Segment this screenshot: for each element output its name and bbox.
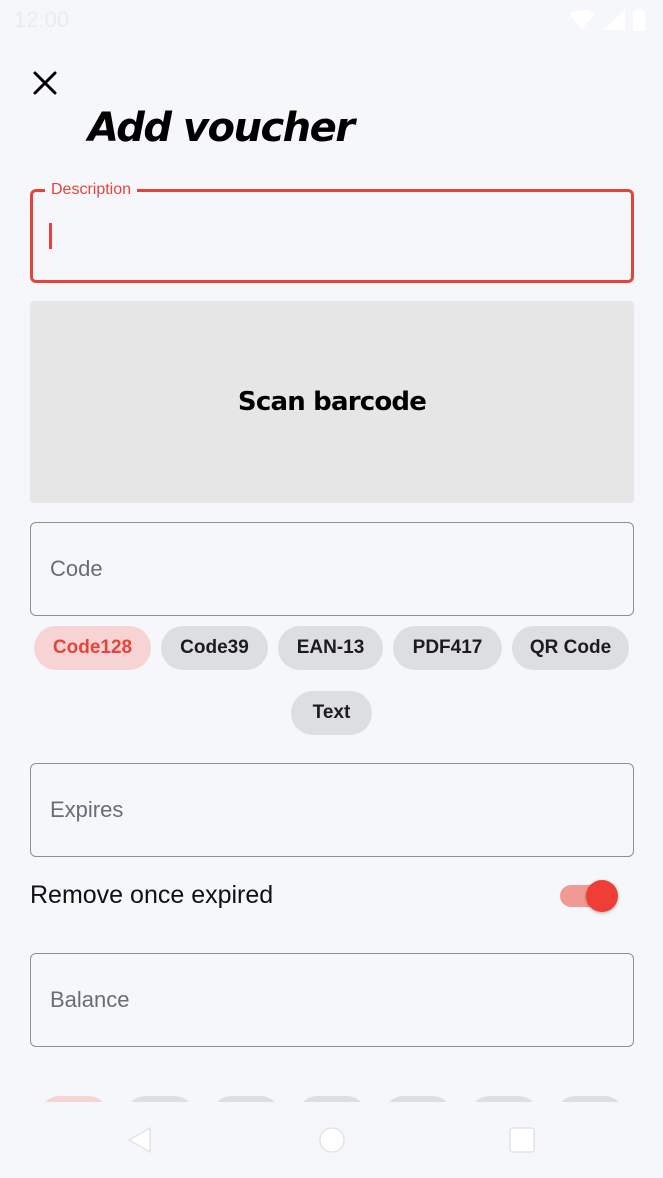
description-label: Description	[45, 180, 138, 200]
chip-label: Code128	[52, 637, 133, 658]
balance-field[interactable]: Balance	[30, 953, 634, 1047]
battery-icon	[633, 9, 645, 31]
chip-label: EAN-13	[296, 637, 365, 658]
chip-label: Code39	[180, 637, 249, 658]
wifi-icon	[569, 10, 595, 29]
remove-expired-label: Remove once expired	[30, 881, 274, 909]
chip-ean13[interactable]: EAN-13	[278, 626, 383, 670]
description-field[interactable]: Description	[30, 180, 634, 283]
back-icon[interactable]	[124, 1124, 156, 1156]
toggle-thumb	[586, 880, 618, 912]
scan-barcode-button[interactable]: Scan barcode	[30, 301, 634, 503]
expires-field[interactable]: Expires	[30, 763, 634, 857]
balance-placeholder: Balance	[50, 987, 130, 1012]
chip-label: PDF417	[412, 637, 483, 658]
chip-text[interactable]: Text	[291, 691, 372, 735]
signal-icon	[603, 10, 625, 30]
status-bar: 12:00	[0, 0, 663, 40]
home-icon[interactable]	[316, 1124, 348, 1156]
close-button[interactable]	[26, 64, 64, 102]
chip-pdf417[interactable]: PDF417	[393, 626, 502, 670]
chip-label: Text	[312, 702, 351, 723]
close-icon	[33, 71, 57, 95]
code-field[interactable]: Code	[30, 522, 634, 616]
recents-icon[interactable]	[506, 1124, 538, 1156]
chip-qr-code[interactable]: QR Code	[512, 626, 629, 670]
navigation-bar	[0, 1102, 663, 1178]
status-icons	[569, 9, 645, 31]
page-title: Add voucher	[88, 105, 355, 151]
chip-code128[interactable]: Code128	[34, 626, 151, 670]
code-placeholder: Code	[50, 556, 103, 581]
chip-code39[interactable]: Code39	[161, 626, 268, 670]
scan-barcode-label: Scan barcode	[237, 387, 427, 417]
remove-expired-toggle[interactable]	[560, 878, 622, 914]
expires-placeholder: Expires	[50, 797, 124, 822]
text-cursor	[49, 223, 52, 249]
status-time: 12:00	[14, 7, 70, 32]
chip-label: QR Code	[529, 637, 612, 658]
